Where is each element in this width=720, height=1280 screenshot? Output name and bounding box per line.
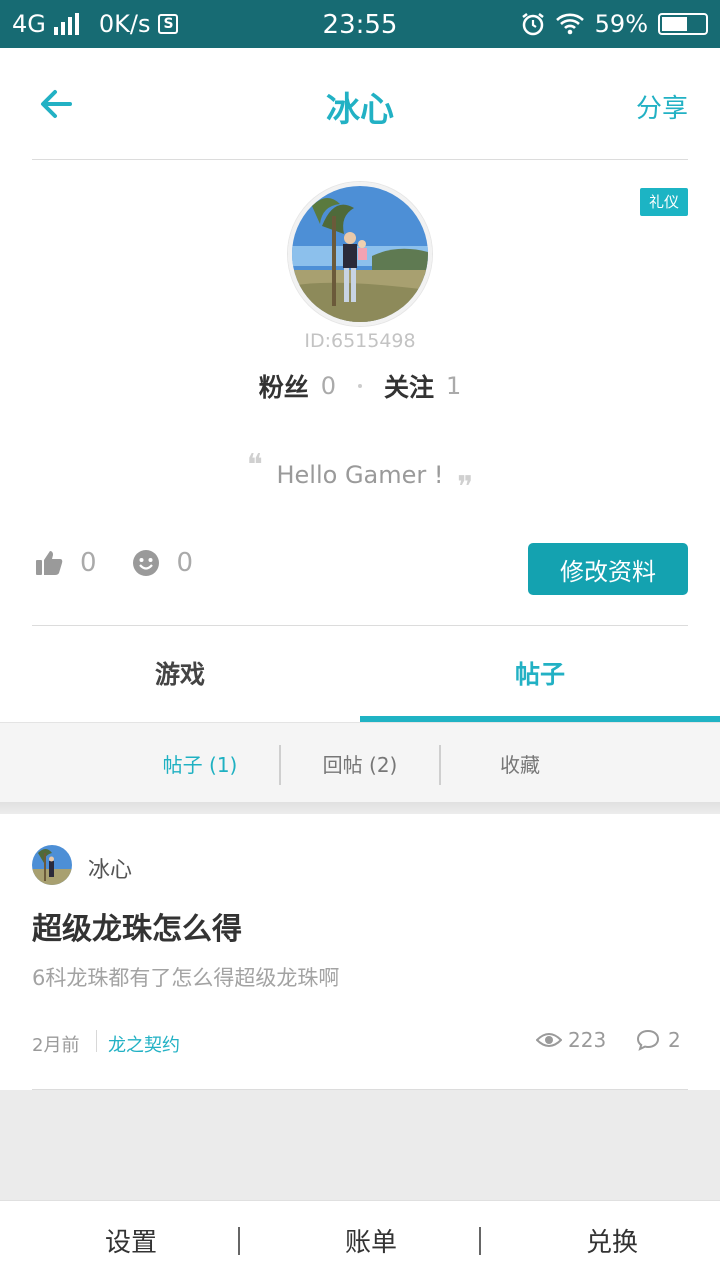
bottom-bar: 设置 账单 兑换 bbox=[0, 1200, 720, 1280]
follow-stats: 粉丝 0 关注 1 bbox=[0, 368, 720, 404]
wifi-icon bbox=[555, 13, 584, 35]
bottom-separator bbox=[238, 1227, 240, 1255]
post-comments[interactable]: 2 bbox=[636, 1028, 681, 1052]
subtab-replies[interactable]: 回帖 (2) bbox=[280, 723, 440, 803]
main-tabs: 游戏 帖子 bbox=[0, 626, 720, 722]
smiles-count: 0 bbox=[176, 548, 194, 578]
battery-percent: 59% bbox=[594, 10, 648, 38]
user-id: ID:6515498 bbox=[304, 330, 416, 352]
meta-separator bbox=[96, 1030, 97, 1052]
eye-icon bbox=[536, 1033, 562, 1047]
reaction-stats: 0 0 bbox=[34, 548, 227, 578]
author-avatar-photo bbox=[32, 845, 72, 885]
tab-posts[interactable]: 帖子 bbox=[360, 626, 720, 722]
subtab-posts[interactable]: 帖子 (1) bbox=[120, 723, 280, 803]
post-time: 2月前 bbox=[32, 1035, 80, 1056]
separator-dot bbox=[358, 384, 362, 388]
redeem-button[interactable]: 兑换 bbox=[492, 1201, 720, 1280]
close-quote-icon: ❞ bbox=[457, 470, 474, 505]
fans-label[interactable]: 粉丝 bbox=[259, 368, 309, 404]
subtab-favorites[interactable]: 收藏 bbox=[440, 723, 600, 803]
avatar-photo bbox=[292, 186, 428, 322]
post-excerpt: 6科龙珠都有了怎么得超级龙珠啊 bbox=[32, 966, 340, 990]
header: 冰心 分享 bbox=[32, 48, 688, 160]
post-game-link[interactable]: 龙之契约 bbox=[108, 1031, 180, 1057]
thumbs-up-icon bbox=[36, 551, 63, 575]
post-title[interactable]: 超级龙珠怎么得 bbox=[32, 904, 242, 948]
post-card[interactable]: 冰心 超级龙珠怎么得 6科龙珠都有了怎么得超级龙珠啊 2月前 龙之契约 223 … bbox=[0, 814, 720, 1090]
section-gap bbox=[0, 802, 720, 814]
edit-profile-button[interactable]: 修改资料 bbox=[528, 543, 688, 595]
smiley-icon bbox=[132, 550, 159, 576]
bills-button[interactable]: 账单 bbox=[251, 1201, 491, 1280]
post-views: 223 bbox=[536, 1028, 606, 1052]
alarm-icon bbox=[521, 13, 544, 36]
status-bar: 4G 0K/s S 23:55 59% bbox=[0, 0, 720, 48]
battery-icon bbox=[658, 13, 708, 35]
sub-tabs: 帖子 (1) 回帖 (2) 收藏 bbox=[0, 722, 720, 802]
bottom-separator bbox=[479, 1227, 481, 1255]
likes-stat[interactable]: 0 bbox=[34, 548, 97, 578]
share-button[interactable]: 分享 bbox=[636, 88, 688, 125]
views-count: 223 bbox=[568, 1028, 607, 1052]
page-title: 冰心 bbox=[326, 90, 394, 130]
comments-count: 2 bbox=[668, 1028, 681, 1052]
following-label[interactable]: 关注 bbox=[384, 368, 434, 404]
likes-count: 0 bbox=[80, 548, 97, 578]
avatar[interactable] bbox=[288, 182, 432, 326]
post-author-name[interactable]: 冰心 bbox=[88, 852, 132, 884]
user-motto: ❝ Hello Gamer ! ❞ bbox=[0, 448, 720, 505]
open-quote-icon: ❝ bbox=[246, 448, 263, 483]
comment-icon bbox=[636, 1029, 660, 1051]
settings-button[interactable]: 设置 bbox=[11, 1201, 251, 1280]
fans-count[interactable]: 0 bbox=[321, 372, 336, 400]
title-badge: 礼仪 bbox=[640, 188, 688, 216]
motto-text: Hello Gamer ! bbox=[276, 461, 444, 489]
empty-area bbox=[0, 1090, 720, 1200]
status-right: 59% bbox=[521, 10, 708, 38]
smiles-stat[interactable]: 0 bbox=[131, 548, 194, 578]
following-count[interactable]: 1 bbox=[446, 372, 461, 400]
tab-games[interactable]: 游戏 bbox=[0, 626, 360, 722]
post-author-avatar[interactable] bbox=[32, 845, 72, 885]
